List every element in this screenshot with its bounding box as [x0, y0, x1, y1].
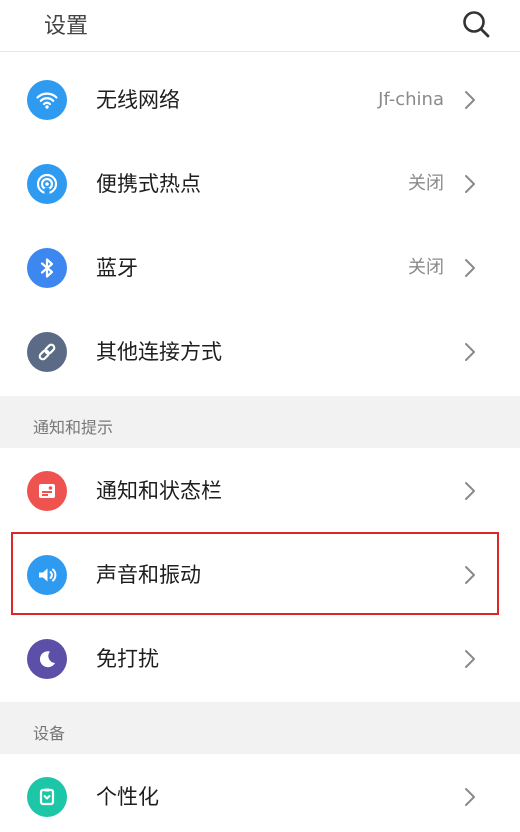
chevron-right-icon	[461, 481, 479, 501]
row-label: 蓝牙	[96, 256, 138, 280]
page-title: 设置	[44, 14, 89, 39]
row-label: 声音和振动	[96, 563, 201, 587]
settings-row-bluetooth[interactable]: 蓝牙 关闭	[0, 226, 520, 310]
chevron-right-icon	[461, 174, 479, 194]
row-label: 通知和状态栏	[96, 479, 222, 503]
chevron-right-icon	[461, 258, 479, 278]
settings-row-other-connections[interactable]: 其他连接方式	[0, 310, 520, 394]
chevron-right-icon	[461, 342, 479, 362]
hotspot-icon	[27, 164, 67, 204]
chevron-right-icon	[461, 90, 479, 110]
row-value: 关闭	[408, 173, 444, 194]
section-label: 设备	[33, 724, 66, 743]
row-label: 个性化	[96, 785, 159, 809]
row-value: Jf-china	[378, 89, 444, 110]
settings-row-hotspot[interactable]: 便携式热点 关闭	[0, 142, 520, 226]
section-header-notifications: 通知和提示	[0, 396, 520, 448]
chevron-right-icon	[461, 787, 479, 807]
app-header: 设置	[0, 0, 520, 52]
speaker-icon	[27, 555, 67, 595]
row-value: 关闭	[408, 257, 444, 278]
theme-icon	[27, 777, 67, 817]
row-label: 其他连接方式	[96, 340, 222, 364]
notification-icon	[27, 471, 67, 511]
bluetooth-icon	[27, 248, 67, 288]
settings-row-notifications[interactable]: 通知和状态栏	[0, 449, 520, 533]
settings-row-sound[interactable]: 声音和振动	[0, 533, 520, 617]
search-icon[interactable]	[461, 9, 491, 39]
row-label: 无线网络	[96, 88, 180, 112]
row-label: 免打扰	[96, 647, 159, 671]
chevron-right-icon	[461, 649, 479, 669]
wifi-icon	[27, 80, 67, 120]
settings-row-personalization[interactable]: 个性化	[0, 755, 520, 832]
section-label: 通知和提示	[33, 418, 114, 437]
row-label: 便携式热点	[96, 172, 201, 196]
link-icon	[27, 332, 67, 372]
section-header-device: 设备	[0, 702, 520, 754]
settings-row-do-not-disturb[interactable]: 免打扰	[0, 617, 520, 701]
settings-row-wifi[interactable]: 无线网络 Jf-china	[0, 58, 520, 142]
chevron-right-icon	[461, 565, 479, 585]
moon-icon	[27, 639, 67, 679]
